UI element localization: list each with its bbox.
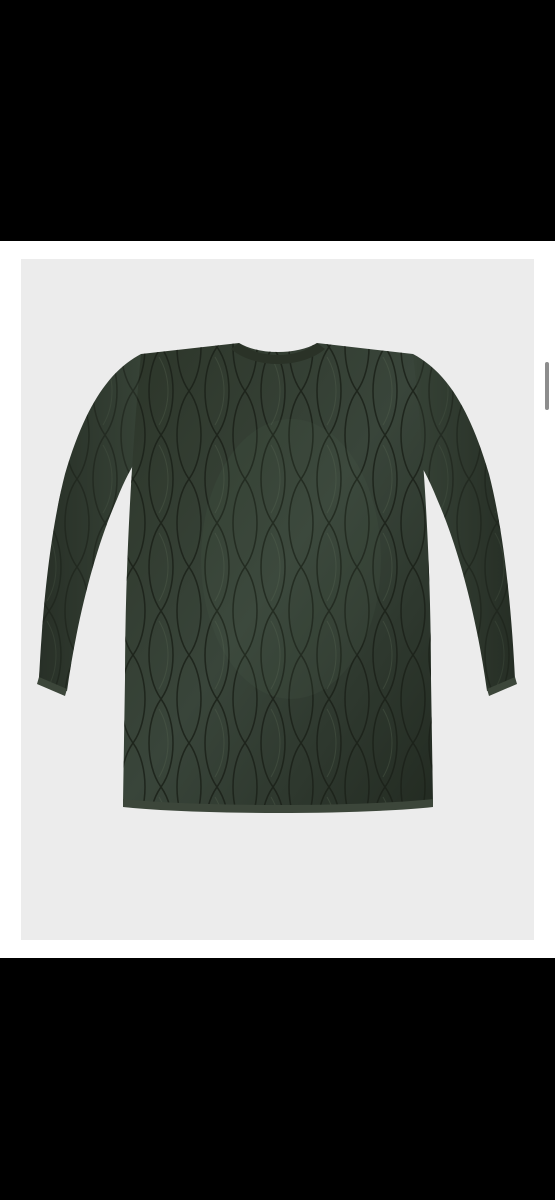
image-viewer <box>0 0 555 1200</box>
quilted-liner-jacket-icon <box>37 343 517 813</box>
product-photo[interactable] <box>21 259 534 940</box>
scrollbar-thumb[interactable] <box>545 362 549 410</box>
